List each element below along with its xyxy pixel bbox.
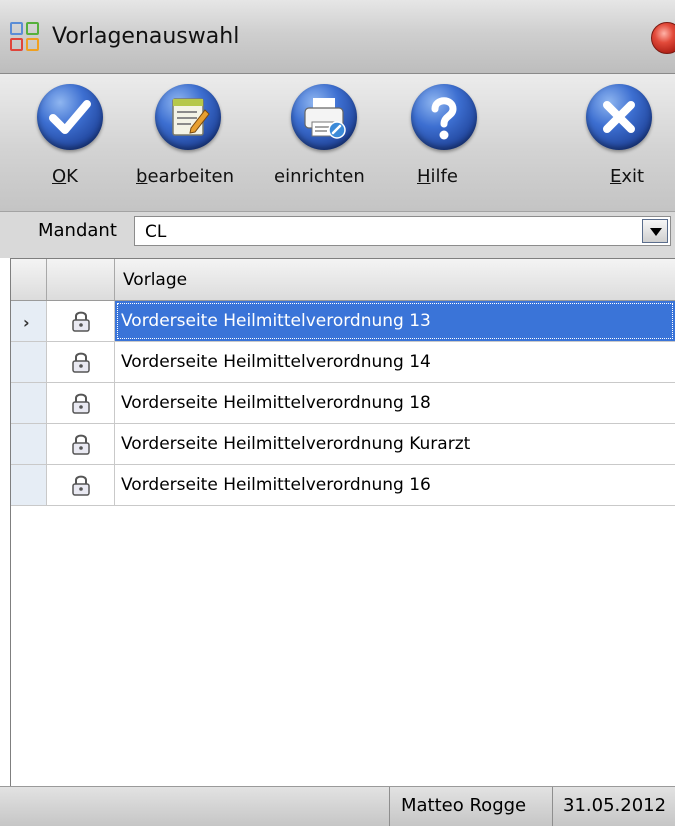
vorlage-name: Vorderseite Heilmittelverordnung 13 (121, 311, 431, 331)
lock-cell (47, 383, 115, 423)
vorlage-name: Vorderseite Heilmittelverordnung 14 (121, 352, 431, 372)
window-close-button[interactable] (651, 22, 675, 54)
column-header-vorlage: Vorlage (123, 270, 188, 290)
einrichten-button[interactable]: einrichten (268, 78, 380, 206)
header-lock-cell (47, 259, 115, 300)
printer-icon (291, 84, 357, 150)
bearbeiten-button[interactable]: bearbeiten (134, 78, 246, 206)
status-user: Matteo Rogge (389, 787, 552, 826)
status-date: 31.05.2012 (552, 787, 675, 826)
lock-cell (47, 301, 115, 341)
exit-label: Exit (610, 166, 645, 187)
bearbeiten-label: bearbeiten (136, 166, 234, 187)
vorlage-name: Vorderseite Heilmittelverordnung 18 (121, 393, 431, 413)
vorlage-cell[interactable]: Vorderseite Heilmittelverordnung 14 (115, 342, 675, 382)
vorlage-cell[interactable]: Vorderseite Heilmittelverordnung Kurarzt (115, 424, 675, 464)
ok-label: OK (52, 166, 78, 187)
header-indicator-cell (11, 259, 47, 300)
mandant-row: Mandant CL (0, 212, 675, 258)
table-row[interactable]: Vorderseite Heilmittelverordnung 14 (11, 342, 675, 383)
vorlage-grid[interactable]: Vorlage › Vorderseite Heilmittelverordnun… (10, 258, 675, 786)
lock-cell (47, 465, 115, 505)
vorlage-name: Vorderseite Heilmittelverordnung 16 (121, 475, 431, 495)
vorlage-cell[interactable]: Vorderseite Heilmittelverordnung 18 (115, 383, 675, 423)
lock-cell (47, 424, 115, 464)
grid-header: Vorlage (11, 259, 675, 301)
toolbar: OK bearbeiten einrichten Hilfe Exit (0, 74, 675, 212)
mandant-label: Mandant (38, 220, 117, 241)
current-row-arrow-icon: › (23, 313, 30, 332)
einrichten-label: einrichten (274, 166, 365, 187)
row-indicator[interactable] (11, 383, 47, 423)
edit-document-icon (155, 84, 221, 150)
title-bar[interactable]: Vorlagenauswahl (0, 0, 675, 74)
status-date-text: 31.05.2012 (563, 795, 667, 816)
hilfe-button[interactable]: Hilfe (402, 78, 486, 206)
table-row[interactable]: Vorderseite Heilmittelverordnung Kurarzt (11, 424, 675, 465)
question-icon (411, 84, 477, 150)
vorlage-cell[interactable]: Vorderseite Heilmittelverordnung 16 (115, 465, 675, 505)
close-icon (586, 84, 652, 150)
hilfe-label: Hilfe (417, 166, 458, 187)
app-icon (10, 22, 40, 52)
mandant-value: CL (145, 222, 167, 242)
lock-cell (47, 342, 115, 382)
row-indicator[interactable] (11, 465, 47, 505)
status-bar: Matteo Rogge 31.05.2012 (0, 786, 675, 826)
table-row[interactable]: Vorderseite Heilmittelverordnung 18 (11, 383, 675, 424)
window-title: Vorlagenauswahl (52, 24, 240, 49)
vorlage-cell[interactable]: Vorderseite Heilmittelverordnung 13 (115, 301, 675, 341)
status-empty-cell (0, 787, 389, 826)
checkmark-icon (37, 84, 103, 150)
ok-button[interactable]: OK (30, 78, 110, 206)
row-indicator[interactable] (11, 424, 47, 464)
status-user-text: Matteo Rogge (401, 795, 527, 816)
row-indicator[interactable] (11, 342, 47, 382)
table-row[interactable]: Vorderseite Heilmittelverordnung 16 (11, 465, 675, 506)
header-vorlage-column[interactable]: Vorlage (115, 259, 675, 300)
row-indicator[interactable]: › (11, 301, 47, 341)
mandant-select[interactable]: CL (134, 216, 671, 246)
table-row[interactable]: › Vorderseite Heilmittelverordnung 13 (11, 301, 675, 342)
chevron-down-icon[interactable] (642, 219, 668, 243)
exit-button[interactable]: Exit (582, 78, 675, 206)
vorlage-name: Vorderseite Heilmittelverordnung Kurarzt (121, 434, 471, 454)
